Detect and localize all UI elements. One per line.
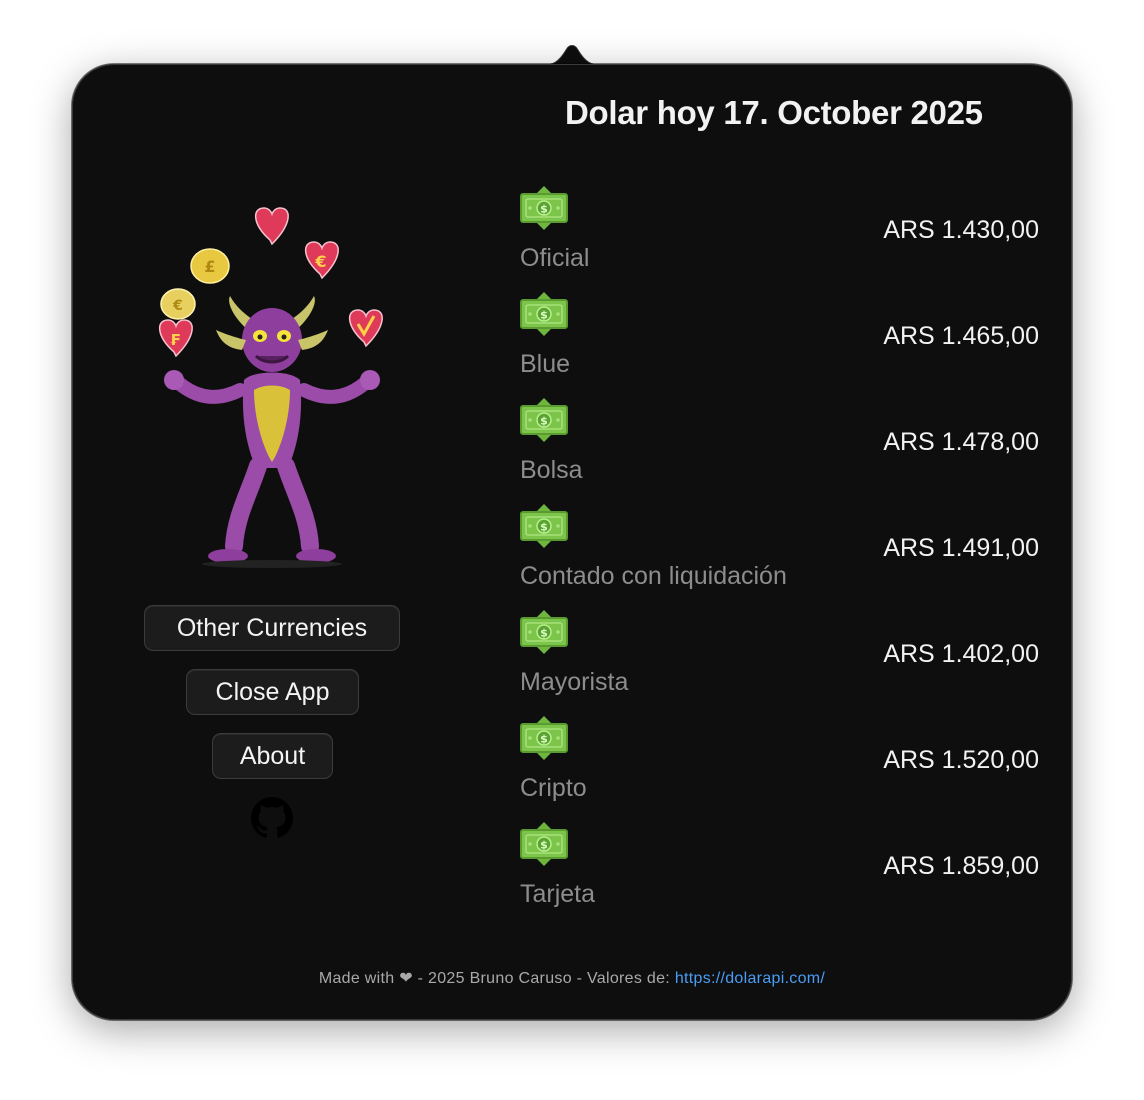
svg-text:$: $ (540, 415, 548, 428)
close-app-button[interactable]: Close App (186, 669, 359, 715)
about-button[interactable]: About (212, 733, 333, 779)
svg-text:$: $ (540, 627, 548, 640)
money-bill-icon: $ (520, 822, 568, 866)
footer-text-after: - 2025 Bruno Caruso - Valores de: (417, 970, 671, 987)
rate-name: Cripto (520, 774, 587, 802)
rate-name: Mayorista (520, 668, 629, 696)
rate-row-cripto: $ Cripto ARS 1.520,00 (520, 714, 1050, 820)
svg-text:₣: ₣ (170, 331, 180, 349)
svg-text:€: € (314, 252, 326, 271)
rate-value: ARS 1.465,00 (883, 322, 1039, 350)
heart-icon: ❤ (399, 970, 413, 987)
rate-name: Tarjeta (520, 880, 596, 908)
footer-text-before: Made with (318, 970, 395, 987)
svg-text:$: $ (540, 733, 548, 746)
rate-value: ARS 1.859,00 (883, 852, 1039, 880)
rate-value: ARS 1.478,00 (883, 428, 1039, 456)
svg-text:€: € (172, 298, 183, 314)
other-currencies-button[interactable]: Other Currencies (144, 605, 400, 651)
popover-arrow (540, 45, 604, 66)
money-bill-icon: $ (520, 610, 568, 654)
rate-row-contado-con-liquidacion: $ Contado con liquidación ARS 1.491,00 (520, 502, 1050, 608)
rate-row-blue: $ Blue ARS 1.465,00 (520, 290, 1050, 396)
dolarapi-link[interactable]: https://dolarapi.com/ (675, 970, 825, 987)
svg-text:$: $ (540, 521, 548, 534)
juggling-devil-mascot: € ₣ £ € (159, 207, 383, 568)
svg-text:$: $ (540, 203, 548, 216)
money-bill-icon: $ (520, 504, 568, 548)
money-bill-icon: $ (520, 716, 568, 760)
svg-text:$: $ (540, 839, 548, 852)
rate-row-mayorista: $ Mayorista ARS 1.402,00 (520, 608, 1050, 714)
money-bill-icon: $ (520, 186, 568, 230)
rate-value: ARS 1.402,00 (883, 640, 1039, 668)
footer: Made with ❤ - 2025 Bruno Caruso - Valore… (72, 968, 1072, 988)
rate-row-bolsa: $ Bolsa ARS 1.478,00 (520, 396, 1050, 502)
rate-value: ARS 1.520,00 (883, 746, 1039, 774)
rate-name: Oficial (520, 244, 590, 272)
rate-name: Bolsa (520, 456, 583, 484)
rate-row-tarjeta: $ Tarjeta ARS 1.859,00 (520, 820, 1050, 926)
rate-value: ARS 1.430,00 (883, 216, 1039, 244)
money-bill-icon: $ (520, 398, 568, 442)
rate-value: ARS 1.491,00 (883, 534, 1039, 562)
github-icon[interactable] (251, 797, 293, 839)
svg-text:£: £ (204, 257, 215, 276)
rates-list: $ Oficial ARS 1.430,00 $ Blue ARS 1.465,… (520, 184, 1050, 926)
rate-name: Blue (520, 350, 571, 378)
svg-text:$: $ (540, 309, 548, 322)
rate-row-oficial: $ Oficial ARS 1.430,00 (520, 184, 1050, 290)
money-bill-icon: $ (520, 292, 568, 336)
rate-name: Contado con liquidación (520, 562, 787, 590)
page-title: Dolar hoy 17. October 2025 (565, 94, 983, 131)
